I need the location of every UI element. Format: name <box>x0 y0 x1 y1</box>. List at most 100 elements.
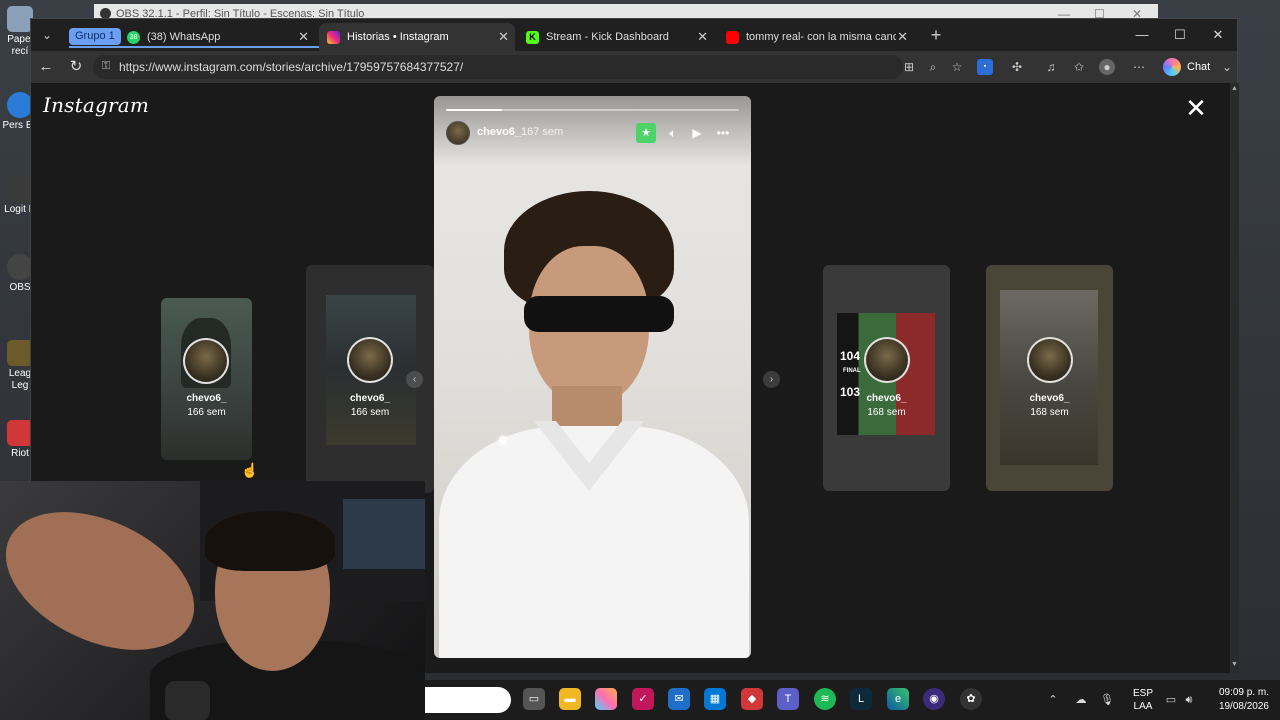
active-story[interactable]: chevo6_ 167 sem ★ 🔈︎ ▶ ••• <box>434 96 751 658</box>
task-view-icon[interactable]: ▭ <box>523 688 545 710</box>
tray-overflow-chevron-icon[interactable]: ⌃ <box>1045 692 1061 708</box>
screen: Papel recí Pers Ec Logit H OBS Leag Leg … <box>0 0 1280 720</box>
story-avatar[interactable] <box>446 121 470 145</box>
browser-essentials-icon[interactable]: ♫ <box>1043 59 1059 75</box>
outlook-icon[interactable]: ✉ <box>668 688 690 710</box>
tab-youtube[interactable]: tommy real- con la misma cancion ✕ <box>718 23 914 51</box>
app-available-icon[interactable]: ⊞ <box>901 59 917 75</box>
desktop-icon-label: OBS <box>9 282 31 293</box>
story-age: 168 sem <box>1030 407 1069 418</box>
webcam-arm <box>0 484 216 678</box>
avatar <box>864 337 910 383</box>
avatar <box>183 338 229 384</box>
close-window-icon[interactable]: ✕ <box>1203 25 1233 45</box>
site-info-icon[interactable]: ⚿ <box>99 59 113 73</box>
story-progress-bar <box>446 109 739 111</box>
story-age: 166 sem <box>187 407 226 418</box>
story-username[interactable]: chevo6_ <box>477 126 521 138</box>
webcam-background-monitor <box>343 499 425 569</box>
story-age: 168 sem <box>867 407 906 418</box>
close-tab-icon[interactable]: ✕ <box>897 23 908 51</box>
tab-kick[interactable]: K Stream - Kick Dashboard ✕ <box>518 23 714 51</box>
desktop-icon-label: Papel recí <box>7 34 33 57</box>
language-code: ESP <box>1132 688 1153 699</box>
extensions-puzzle-icon[interactable]: ✣ <box>1009 59 1025 75</box>
copilot-icon[interactable] <box>595 688 617 710</box>
microphone <box>165 681 210 720</box>
tab-list-chevron-icon[interactable]: ⌄ <box>37 25 57 45</box>
taskbar-search-input[interactable] <box>425 687 511 713</box>
copilot-chat-button[interactable]: Chat <box>1159 55 1218 79</box>
onedrive-cloud-icon[interactable]: ☁ <box>1073 692 1089 708</box>
desktop-icon-label: Leag Leg <box>8 368 32 391</box>
taskbar-clock[interactable]: 09:09 p. m. 19/08/2026 <box>1205 686 1269 714</box>
play-icon[interactable]: ▶ <box>687 123 707 143</box>
taskbar: ▭ ▬ ✓ ✉ ▦ ◆ T ≋ L e ◉ ✿ ⌃ ☁ 🎙︎ ESP LAA ▭… <box>425 680 1280 720</box>
chat-label: Chat <box>1187 61 1211 73</box>
story-card[interactable]: 104 FINAL 103 chevo6_ 168 sem <box>823 265 950 491</box>
stickies-icon[interactable]: ✓ <box>632 688 654 710</box>
instagram-logo[interactable]: Instagram <box>43 93 149 117</box>
story-username: chevo6_ <box>349 393 391 404</box>
score-label: FINAL <box>843 368 861 374</box>
story-card[interactable]: chevo6_ 166 sem <box>161 298 252 460</box>
close-tab-icon[interactable]: ✕ <box>498 23 509 51</box>
riot-client-icon[interactable]: ◆ <box>741 688 763 710</box>
teams-icon[interactable]: T <box>777 688 799 710</box>
league-of-legends-icon[interactable]: L <box>850 688 872 710</box>
spotify-icon[interactable]: ≋ <box>814 688 836 710</box>
extension-off-icon[interactable]: ▪ <box>977 59 993 75</box>
ceiling-light <box>499 436 507 444</box>
address-bar[interactable]: ⚿ https://www.instagram.com/stories/arch… <box>93 55 903 79</box>
tab-title: Stream - Kick Dashboard <box>546 31 669 43</box>
tab-group-label[interactable]: Grupo 1 <box>69 28 121 45</box>
avatar <box>1027 337 1073 383</box>
more-options-icon[interactable]: ••• <box>713 123 733 143</box>
desktop-icon-label: Riot <box>11 448 29 459</box>
network-icon[interactable]: ▭ <box>1163 692 1179 708</box>
clock-time: 09:09 p. m. <box>1218 687 1269 698</box>
store-icon[interactable]: ▦ <box>704 688 726 710</box>
volume-icon[interactable]: 🔈︎ <box>663 123 683 143</box>
close-icon[interactable]: ✕ <box>1185 95 1207 121</box>
instagram-icon <box>327 31 340 44</box>
maximize-icon[interactable]: ☐ <box>1165 25 1195 45</box>
story-age: 166 sem <box>350 407 390 418</box>
scroll-up-icon[interactable]: ▲ <box>1230 85 1239 92</box>
favorite-star-icon[interactable]: ☆ <box>949 59 965 75</box>
profile-avatar-icon[interactable]: ● <box>1099 59 1115 75</box>
chevron-down-icon[interactable]: ⌄ <box>1219 59 1235 75</box>
file-explorer-icon[interactable]: ▬ <box>559 688 581 710</box>
edge-icon[interactable]: e <box>887 688 909 710</box>
tab-title: tommy real- con la misma cancion <box>746 31 896 43</box>
tab-whatsapp[interactable]: 38 (38) WhatsApp ✕ <box>119 23 315 51</box>
close-tab-icon[interactable]: ✕ <box>298 23 309 51</box>
mouse-cursor-icon: ☝ <box>241 462 259 478</box>
copilot-icon <box>1163 58 1181 76</box>
close-tab-icon[interactable]: ✕ <box>697 23 708 51</box>
page-scrollbar[interactable]: ▲ ▼ <box>1230 83 1239 673</box>
language-indicator[interactable]: ESP LAA <box>1132 687 1154 713</box>
scroll-down-icon[interactable]: ▼ <box>1230 661 1239 668</box>
story-username: chevo6_ <box>866 393 907 404</box>
tab-instagram[interactable]: Historias • Instagram ✕ <box>319 23 515 51</box>
new-tab-button[interactable]: + <box>926 25 946 45</box>
microphone-icon[interactable]: 🎙︎ <box>1099 692 1115 708</box>
obs-taskbar-icon[interactable]: ◉ <box>923 688 945 710</box>
story-subject-sunglasses <box>524 296 674 332</box>
reload-icon[interactable]: ↻ <box>65 57 87 77</box>
previous-story-chevron-icon[interactable]: ‹ <box>406 371 423 388</box>
zoom-icon[interactable]: ⌕ <box>925 59 941 75</box>
volume-icon[interactable]: 🔊︎ <box>1181 692 1197 708</box>
next-story-chevron-icon[interactable]: › <box>763 371 780 388</box>
favorites-icon[interactable]: ✩ <box>1071 59 1087 75</box>
clock-date: 19/08/2026 <box>1218 701 1269 712</box>
minimize-icon[interactable]: — <box>1127 25 1157 45</box>
back-arrow-icon[interactable]: ← <box>35 57 57 77</box>
story-card[interactable]: chevo6_ 168 sem <box>986 265 1113 491</box>
more-menu-icon[interactable]: ⋯ <box>1131 59 1147 75</box>
url-text[interactable]: https://www.instagram.com/stories/archiv… <box>119 55 463 79</box>
webcam-overlay <box>0 481 425 720</box>
chatgpt-icon[interactable]: ✿ <box>960 688 982 710</box>
close-friends-star-icon[interactable]: ★ <box>636 123 656 143</box>
